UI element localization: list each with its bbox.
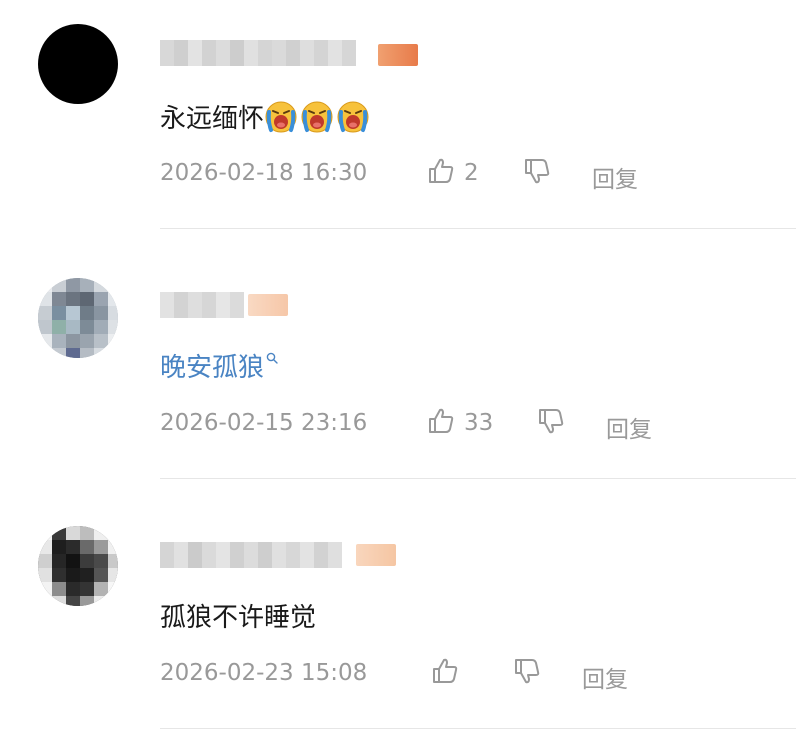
like-count: 2 (464, 160, 479, 186)
divider (160, 228, 796, 229)
comment-item: 孤狼不许睡觉 2026-02-23 15:08 回复 (0, 500, 796, 750)
username-blurred[interactable] (160, 40, 356, 66)
reply-button[interactable]: 回复 (592, 160, 638, 194)
comment-item: 晚安孤狼 2026-02-15 23:16 33 回复 (0, 250, 796, 500)
timestamp: 2026-02-18 16:30 (160, 160, 368, 186)
reply-button[interactable]: 回复 (582, 660, 628, 694)
comment-text: 晚安孤狼 (160, 348, 278, 388)
thumbs-up-icon[interactable] (426, 156, 456, 186)
avatar[interactable] (38, 526, 118, 606)
divider (160, 478, 796, 479)
crying-face-icon (337, 101, 369, 133)
comment-meta: 2026-02-23 15:08 回复 (160, 656, 780, 693)
avatar[interactable] (38, 278, 118, 358)
thumbs-down-icon[interactable] (512, 656, 542, 686)
user-level-badge (248, 294, 288, 316)
comment-text: 永远缅怀 (160, 99, 372, 139)
username-blurred[interactable] (160, 292, 244, 318)
avatar[interactable] (38, 24, 118, 104)
user-level-badge (378, 44, 418, 66)
reply-button[interactable]: 回复 (606, 410, 652, 444)
comment-topic-link[interactable]: 晚安孤狼 (160, 353, 264, 383)
comment-item: 永远缅怀 2026-02-18 16:30 2 回复 (0, 0, 796, 250)
crying-face-icon (265, 101, 297, 133)
thumbs-up-icon[interactable] (426, 406, 456, 436)
thumbs-down-icon[interactable] (536, 406, 566, 436)
thumbs-up-icon[interactable] (430, 656, 460, 686)
timestamp: 2026-02-23 15:08 (160, 660, 368, 686)
user-level-badge (356, 544, 396, 566)
comment-meta: 2026-02-15 23:16 33 回复 (160, 406, 780, 443)
thumbs-down-icon[interactable] (522, 156, 552, 186)
crying-face-icon (301, 101, 333, 133)
search-icon (266, 352, 278, 364)
timestamp: 2026-02-15 23:16 (160, 410, 368, 436)
comment-meta: 2026-02-18 16:30 2 回复 (160, 156, 780, 193)
like-count: 33 (464, 410, 494, 436)
comment-text: 孤狼不许睡觉 (160, 603, 317, 633)
username-blurred[interactable] (160, 542, 342, 568)
divider (160, 728, 796, 729)
comment-text-content: 永远缅怀 (160, 104, 265, 134)
